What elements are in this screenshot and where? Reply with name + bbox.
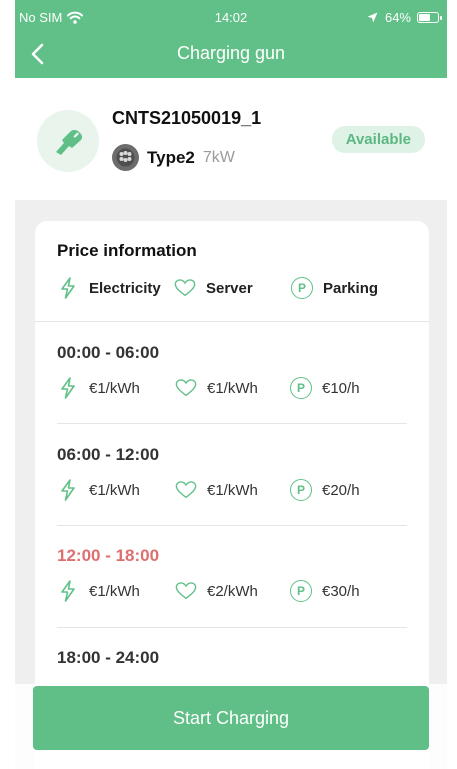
price-value: €1/kWh <box>207 379 258 397</box>
price-value: €30/h <box>322 582 360 600</box>
slot-time: 06:00 - 12:00 <box>57 445 160 464</box>
parking-price: P €20/h <box>290 479 360 501</box>
device-info: CNTS21050019_1 Type2 7kW Available <box>15 78 447 200</box>
price-slot-current: 12:00 - 18:00 €1/kWh €2/kWh P €30/h <box>57 546 417 602</box>
start-charging-button[interactable]: Start Charging <box>33 686 429 750</box>
status-right: 64% <box>367 10 442 25</box>
nav-bar: Charging gun <box>15 36 447 72</box>
heart-icon <box>175 479 197 501</box>
legend-label: Electricity <box>89 279 161 297</box>
status-badge: Available <box>331 126 425 153</box>
slot-prices: €1/kWh €1/kWh P €10/h <box>57 377 417 399</box>
price-value: €2/kWh <box>207 582 258 600</box>
legend-electricity: Electricity <box>57 277 177 299</box>
connector-info: Type2 7kW <box>112 144 235 171</box>
server-price: €2/kWh <box>175 580 290 602</box>
legend-parking: P Parking <box>291 277 378 299</box>
parking-price: P €30/h <box>290 580 360 602</box>
parking-icon: P <box>290 479 312 501</box>
lightning-icon <box>57 580 79 602</box>
lightning-icon <box>57 277 79 299</box>
slot-prices: €1/kWh €2/kWh P €30/h <box>57 580 417 602</box>
price-value: €1/kWh <box>89 582 140 600</box>
charging-gun-icon <box>37 110 99 172</box>
parking-icon: P <box>290 377 312 399</box>
connector-type: Type2 <box>147 147 195 167</box>
slot-prices: €1/kWh €1/kWh P €20/h <box>57 479 417 501</box>
page-title: Charging gun <box>176 43 286 63</box>
server-price: €1/kWh <box>175 377 290 399</box>
legend-label: Parking <box>323 279 379 297</box>
type2-plug-icon <box>112 144 139 171</box>
price-value: €1/kWh <box>89 379 140 397</box>
slot-time: 18:00 - 24:00 <box>57 648 160 667</box>
heart-icon <box>174 277 196 299</box>
parking-price: P €10/h <box>290 377 360 399</box>
price-title: Price information <box>57 241 197 260</box>
price-value: €1/kWh <box>89 481 140 499</box>
lightning-icon <box>57 479 79 501</box>
legend-server: Server <box>174 277 291 299</box>
legend-label: Server <box>206 279 253 297</box>
parking-icon: P <box>290 580 312 602</box>
battery-icon <box>417 12 442 23</box>
divider <box>57 423 407 424</box>
app-screen: No SIM 14:02 64% Charging gun CNTS210500… <box>15 0 447 769</box>
divider <box>57 627 407 628</box>
price-slot: 00:00 - 06:00 €1/kWh €1/kWh P €10/h <box>57 343 417 399</box>
heart-icon <box>175 580 197 602</box>
device-code: CNTS21050019_1 <box>112 108 262 128</box>
price-slot: 06:00 - 12:00 €1/kWh €1/kWh P €20/h <box>57 445 417 501</box>
price-value: €1/kWh <box>207 481 258 499</box>
heart-icon <box>175 377 197 399</box>
battery-fill <box>419 14 430 21</box>
header: No SIM 14:02 64% Charging gun <box>15 0 447 78</box>
price-value: €10/h <box>322 379 360 397</box>
divider <box>35 321 429 322</box>
price-legend: Electricity Server P Parking <box>57 277 378 299</box>
electricity-price: €1/kWh <box>57 479 175 501</box>
price-value: €20/h <box>322 481 360 499</box>
battery-percent: 64% <box>384 10 411 25</box>
electricity-price: €1/kWh <box>57 377 175 399</box>
connector-power: 7kW <box>202 148 235 166</box>
parking-icon: P <box>291 277 313 299</box>
divider <box>57 525 407 526</box>
location-arrow-icon <box>367 12 379 24</box>
slot-time: 00:00 - 06:00 <box>57 343 160 362</box>
slot-time: 12:00 - 18:00 <box>57 546 160 565</box>
electricity-price: €1/kWh <box>57 580 175 602</box>
price-slot: 18:00 - 24:00 <box>57 648 417 668</box>
lightning-icon <box>57 377 79 399</box>
server-price: €1/kWh <box>175 479 290 501</box>
status-bar: No SIM 14:02 64% <box>15 10 447 28</box>
